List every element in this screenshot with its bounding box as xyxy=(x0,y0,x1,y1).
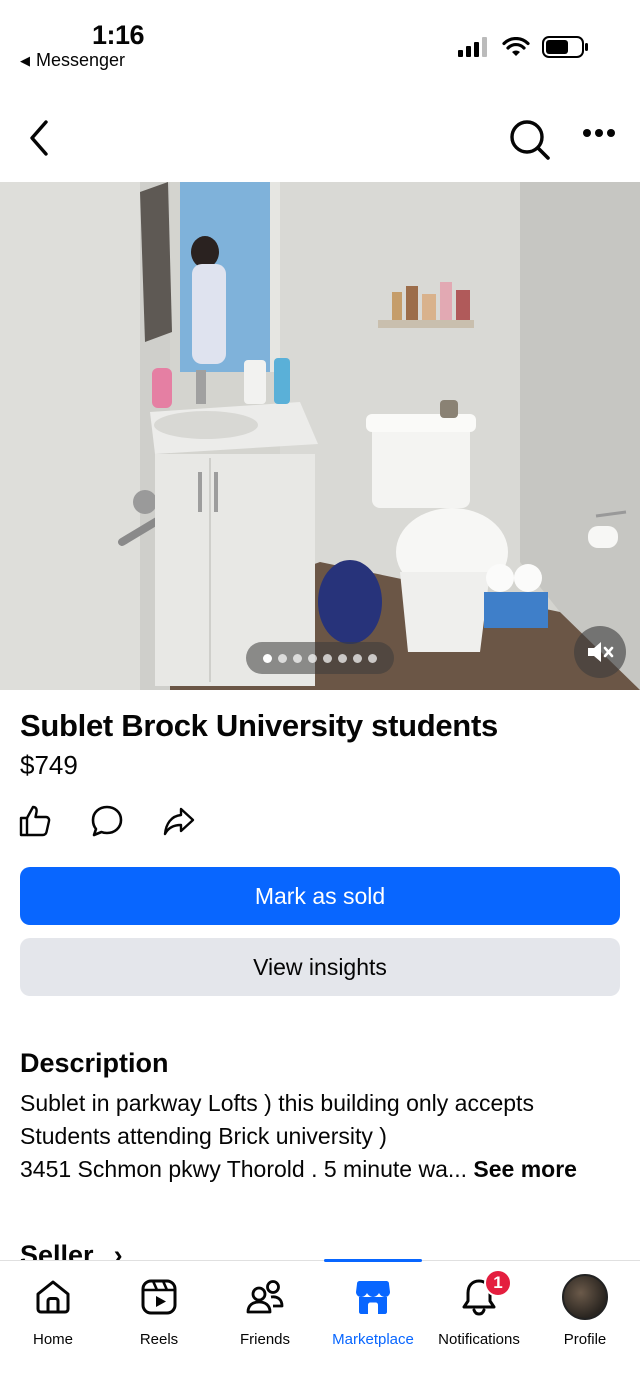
status-bar: 1:16 ◀ Messenger xyxy=(0,0,640,90)
profile-avatar xyxy=(562,1274,608,1320)
tab-marketplace[interactable]: Marketplace xyxy=(320,1275,426,1348)
back-app-label: Messenger xyxy=(36,50,126,70)
pagination-dot xyxy=(353,653,362,663)
listing-title: Sublet Brock University students xyxy=(20,708,498,743)
notifications-badge: 1 xyxy=(484,1269,512,1297)
description-line: 3451 Schmon pkwy Thorold . 5 minute wa..… xyxy=(20,1153,630,1186)
tab-label: Marketplace xyxy=(332,1331,414,1348)
tab-label: Profile xyxy=(563,1331,607,1348)
comment-bubble-icon[interactable] xyxy=(90,804,124,838)
tab-label: Reels xyxy=(139,1331,179,1348)
photo-pagination-dots xyxy=(246,642,394,674)
pagination-dot xyxy=(263,653,272,663)
reels-icon xyxy=(141,1279,177,1315)
view-insights-button[interactable]: View insights xyxy=(20,938,620,996)
speaker-muted-icon xyxy=(588,642,614,662)
pagination-dot xyxy=(278,653,287,663)
pagination-dot xyxy=(293,653,302,663)
tab-friends[interactable]: Friends xyxy=(212,1275,318,1348)
battery-icon xyxy=(542,36,588,58)
share-arrow-icon[interactable] xyxy=(162,804,196,838)
pagination-dot xyxy=(308,653,317,663)
search-icon[interactable] xyxy=(508,118,552,162)
more-options-icon[interactable] xyxy=(582,128,616,138)
active-tab-indicator xyxy=(324,1259,422,1262)
see-more-link[interactable]: See more xyxy=(473,1156,577,1182)
friends-icon xyxy=(246,1280,284,1314)
pagination-dot xyxy=(323,653,332,663)
bottom-tab-bar: Home Reels Friends Marketplace 1 Notific… xyxy=(0,1259,640,1388)
listing-photo[interactable] xyxy=(0,182,640,690)
listing-actions xyxy=(18,804,196,838)
tab-home[interactable]: Home xyxy=(0,1275,106,1348)
tab-label: Notifications xyxy=(438,1331,520,1348)
home-icon xyxy=(36,1280,70,1314)
tab-profile[interactable]: Profile xyxy=(532,1274,638,1348)
cellular-signal-icon xyxy=(458,37,487,57)
mark-as-sold-button[interactable]: Mark as sold xyxy=(20,867,620,925)
description-line-text: 3451 Schmon pkwy Thorold . 5 minute wa..… xyxy=(20,1156,474,1182)
tab-label: Home xyxy=(32,1331,73,1348)
listing-price: $749 xyxy=(20,750,78,780)
back-to-messenger-link[interactable]: ◀ Messenger xyxy=(20,50,125,71)
mute-button[interactable] xyxy=(574,626,626,678)
back-triangle-icon: ◀ xyxy=(20,52,30,68)
pagination-dot xyxy=(338,653,347,663)
bathroom-photo-illustration xyxy=(0,182,640,690)
description-heading: Description xyxy=(20,1048,169,1078)
tab-reels[interactable]: Reels xyxy=(106,1275,212,1348)
tab-notifications[interactable]: 1 Notifications xyxy=(426,1269,532,1348)
description-line: Sublet in parkway Lofts ) this building … xyxy=(20,1090,534,1116)
status-icons xyxy=(458,36,588,58)
description-text: Sublet in parkway Lofts ) this building … xyxy=(20,1087,630,1186)
description-line: Students attending Brick university ) xyxy=(20,1123,387,1149)
pagination-dot xyxy=(368,653,377,663)
wifi-icon xyxy=(502,37,530,56)
like-thumb-icon[interactable] xyxy=(18,804,52,838)
back-chevron-icon[interactable] xyxy=(24,118,54,158)
tab-label: Friends xyxy=(239,1331,291,1348)
status-time: 1:16 xyxy=(92,20,145,50)
listing-header xyxy=(0,100,640,180)
marketplace-shop-icon xyxy=(356,1281,390,1314)
